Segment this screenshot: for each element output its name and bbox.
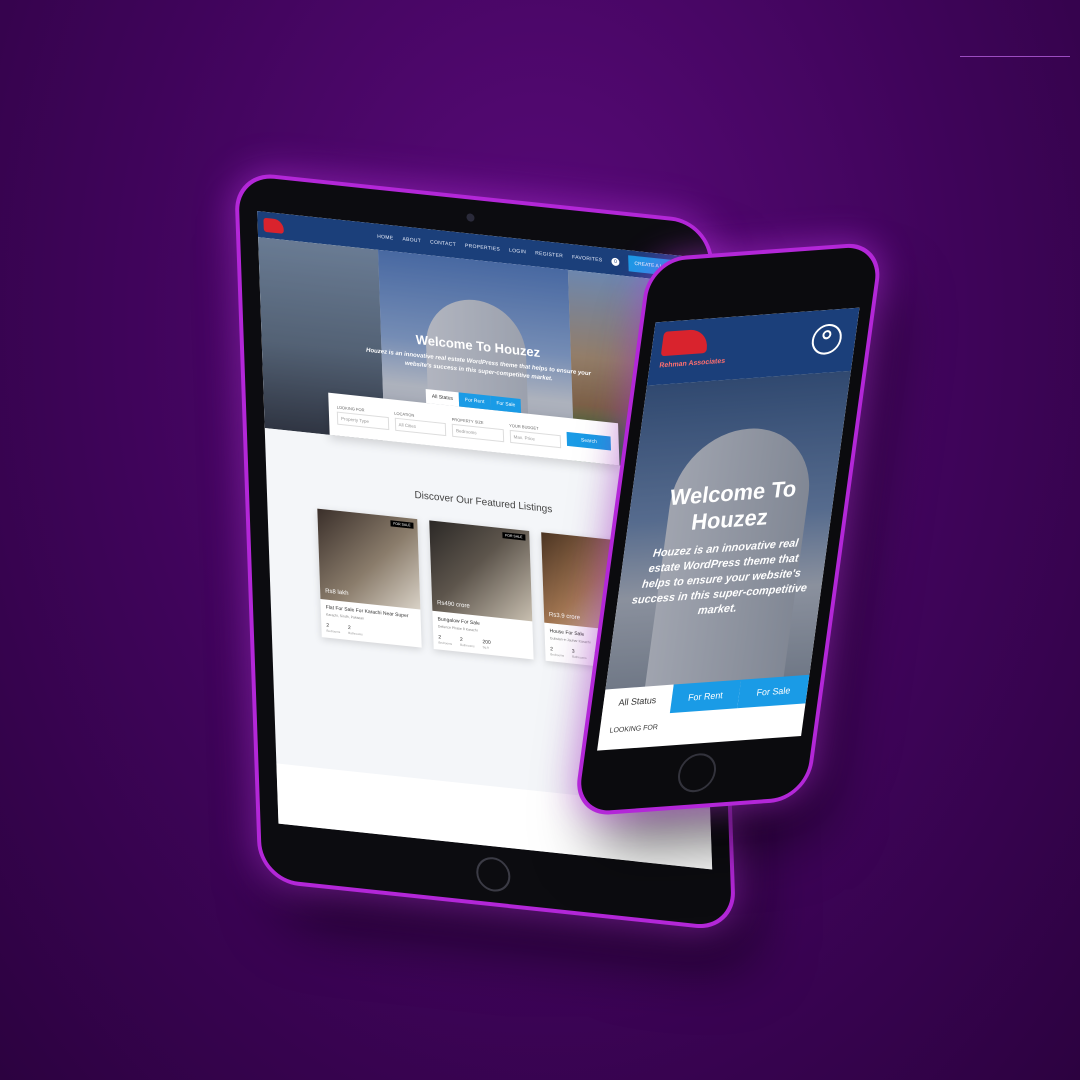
nav-home[interactable]: HOME	[377, 234, 393, 242]
nav-about[interactable]: ABOUT	[402, 236, 421, 244]
accent-line	[960, 56, 1070, 57]
nav-register[interactable]: REGISTER	[535, 250, 563, 259]
listing-stats: 2 Bedrooms 2 Bathrooms 200 Sq.ft	[438, 634, 528, 654]
beds-label: Bedrooms	[550, 652, 565, 658]
tab-for-rent[interactable]: For Rent	[669, 679, 742, 714]
nav-favorites[interactable]: FAVORITES	[572, 254, 603, 263]
listing-photo[interactable]: FOR SALE Rs490 crore	[429, 520, 533, 622]
baths-label: Bathrooms	[460, 642, 475, 649]
field-looking-for: LOOKING FOR Property Type	[337, 405, 389, 431]
field-budget: YOUR BUDGET Max. Price	[509, 423, 562, 449]
listing-card[interactable]: FOR SALE Rs8 lakh Flat For Sale For Kara…	[317, 508, 422, 648]
camera-icon	[466, 213, 475, 223]
brand-name: Rehman Associates	[658, 357, 726, 370]
listing-tag: FOR SALE	[502, 532, 526, 541]
nav-properties[interactable]: PROPERTIES	[465, 243, 500, 253]
hero-subtitle: Houzez is an innovative real estate Word…	[631, 537, 808, 618]
phone-hero: Welcome To Houzez Houzez is an innovativ…	[605, 370, 851, 699]
field-location: LOCATION All Cities	[394, 411, 447, 437]
listing-card[interactable]: FOR SALE Rs490 crore Bungalow For Sale D…	[429, 520, 534, 660]
favorites-count-badge: 0	[611, 257, 620, 267]
listing-stats: 2 Bedrooms 2 Bathrooms	[326, 623, 416, 643]
listing-photo[interactable]: FOR SALE Rs8 lakh	[317, 508, 421, 610]
nav-login[interactable]: LOGIN	[509, 248, 526, 256]
listing-price: Rs490 crore	[436, 600, 470, 610]
search-button[interactable]: Search	[566, 431, 612, 451]
logo-icon[interactable]	[263, 217, 284, 234]
beds-label: Bedrooms	[438, 640, 453, 646]
looking-for-label: LOOKING FOR	[609, 724, 659, 735]
phone-screen: Rehman Associates Welcome To Houzez Houz…	[597, 307, 860, 751]
user-icon[interactable]	[809, 322, 844, 356]
tab-for-sale[interactable]: For Sale	[737, 674, 810, 709]
tablet-home-button-icon	[475, 855, 511, 894]
nav-contact[interactable]: CONTACT	[430, 239, 456, 248]
logo-icon[interactable]	[660, 328, 710, 357]
listing-price: Rs8 lakh	[325, 588, 349, 597]
baths-label: Bathrooms	[571, 654, 587, 661]
listing-price: Rs3.9 crore	[548, 612, 581, 622]
beds-label: Bedrooms	[326, 628, 341, 635]
location-select[interactable]: All Cities	[394, 417, 447, 437]
listing-tag: FOR SALE	[390, 520, 414, 529]
tab-all-status[interactable]: All Status	[601, 684, 674, 719]
field-property-size: PROPERTY SIZE Bedrooms	[452, 417, 504, 443]
baths-label: Bathrooms	[348, 630, 363, 637]
phone-home-button-icon	[675, 752, 719, 794]
